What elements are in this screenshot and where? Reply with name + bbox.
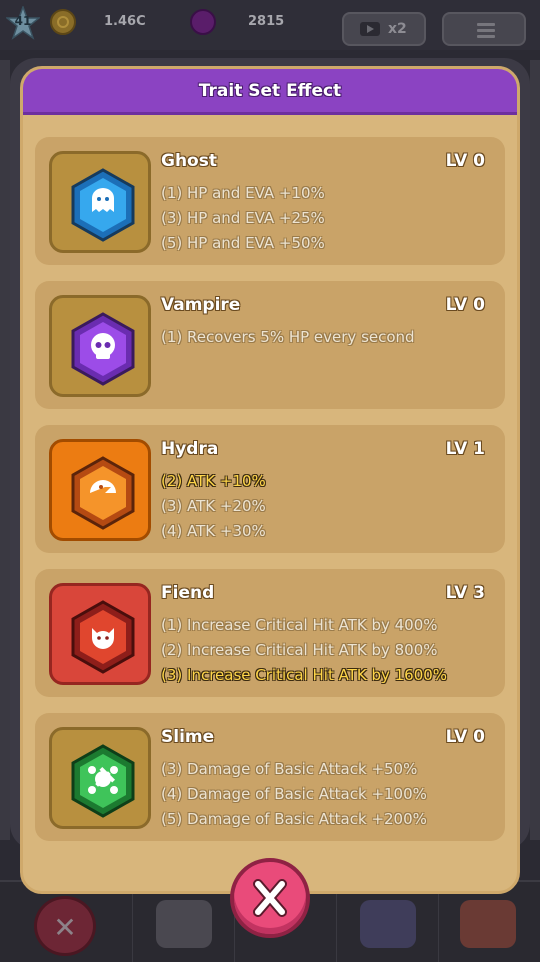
nav-slot-castle[interactable] <box>336 882 439 962</box>
trait-level: LV 0 <box>445 295 485 315</box>
trait-effect: (2) Increase Critical Hit ATK by 800% <box>161 641 438 659</box>
trait-icon-frame <box>49 295 151 397</box>
trait-effect-list: (1) Increase Critical Hit ATK by 400% (2… <box>161 613 447 688</box>
trait-set-effect-dialog: Trait Set Effect Ghost LV 0 (1) HP and E… <box>20 66 520 894</box>
player-level: 41 <box>14 14 32 28</box>
trait-effect: (3) HP and EVA +25% <box>161 209 325 227</box>
coin-icon <box>50 9 76 35</box>
pet-icon <box>156 900 212 948</box>
trait-icon-frame <box>49 439 151 541</box>
castle-icon <box>360 900 416 948</box>
trait-effect: (1) Recovers 5% HP every second <box>161 328 415 346</box>
trait-card-hydra: Hydra LV 1 (2) ATK +10% (3) ATK +20% (4)… <box>35 425 505 553</box>
trait-effect: (1) Increase Critical Hit ATK by 400% <box>161 616 438 634</box>
shop-icon <box>460 900 516 948</box>
trait-level: LV 3 <box>445 583 485 603</box>
hydra-icon <box>71 456 135 530</box>
trait-icon-frame <box>49 583 151 685</box>
trait-icon-frame <box>49 727 151 829</box>
trait-level: LV 0 <box>445 727 485 747</box>
trait-effect: (3) ATK +20% <box>161 497 266 515</box>
background-left-edge <box>0 60 10 840</box>
gem-icon <box>190 9 216 35</box>
slime-icon <box>71 744 135 818</box>
nav-slot-shop[interactable] <box>438 882 540 962</box>
menu-button[interactable] <box>442 12 526 46</box>
nav-close-button[interactable]: ✕ <box>34 896 96 956</box>
trait-effect: (3) Damage of Basic Attack +50% <box>161 760 418 778</box>
background-right-edge <box>530 60 540 840</box>
menu-icon <box>477 23 495 26</box>
close-icon <box>253 879 287 917</box>
trait-card-vampire: Vampire LV 0 (1) Recovers 5% HP every se… <box>35 281 505 409</box>
fiend-icon <box>71 600 135 674</box>
nav-slot-pet[interactable] <box>132 882 235 962</box>
close-icon: ✕ <box>53 911 77 944</box>
coin-count: 1.46C <box>104 14 146 29</box>
ad-speed-button[interactable]: x2 <box>342 12 426 46</box>
trait-name: Slime <box>161 727 215 747</box>
trait-effect-active: (3) Increase Critical Hit ATK by 1600% <box>161 666 448 684</box>
trait-effect-list: (2) ATK +10% (3) ATK +20% (4) ATK +30% <box>161 469 266 544</box>
trait-effect-active: (2) ATK +10% <box>161 472 266 490</box>
trait-name: Ghost <box>161 151 217 171</box>
trait-effect-list: (3) Damage of Basic Attack +50% (4) Dama… <box>161 757 427 832</box>
trait-effect: (4) Damage of Basic Attack +100% <box>161 785 427 803</box>
dialog-header: Trait Set Effect <box>23 69 517 115</box>
nav-slot-close[interactable]: ✕ <box>0 882 133 962</box>
vampire-skull-icon <box>71 312 135 386</box>
trait-card-slime: Slime LV 0 (3) Damage of Basic Attack +5… <box>35 713 505 841</box>
trait-effect-list: (1) HP and EVA +10% (3) HP and EVA +25% … <box>161 181 325 256</box>
ghost-icon <box>71 168 135 242</box>
video-ad-icon <box>360 22 380 36</box>
gem-count: 2815 <box>248 14 285 29</box>
top-hud-bar: 41 1.46C 2815 x2 <box>0 0 540 50</box>
trait-card-ghost: Ghost LV 0 (1) HP and EVA +10% (3) HP an… <box>35 137 505 265</box>
trait-icon-frame <box>49 151 151 253</box>
trait-effect-list: (1) Recovers 5% HP every second <box>161 325 415 350</box>
trait-card-fiend: Fiend LV 3 (1) Increase Critical Hit ATK… <box>35 569 505 697</box>
trait-level: LV 0 <box>445 151 485 171</box>
trait-name: Hydra <box>161 439 219 459</box>
trait-effect: (5) Damage of Basic Attack +200% <box>161 810 427 828</box>
trait-effect: (4) ATK +30% <box>161 522 266 540</box>
trait-effect: (5) HP and EVA +50% <box>161 234 325 252</box>
ad-multiplier-label: x2 <box>388 21 407 37</box>
trait-name: Fiend <box>161 583 215 603</box>
dialog-title: Trait Set Effect <box>198 81 342 101</box>
close-dialog-button[interactable] <box>230 858 310 938</box>
trait-level: LV 1 <box>445 439 485 459</box>
trait-effect: (1) HP and EVA +10% <box>161 184 325 202</box>
trait-name: Vampire <box>161 295 241 315</box>
